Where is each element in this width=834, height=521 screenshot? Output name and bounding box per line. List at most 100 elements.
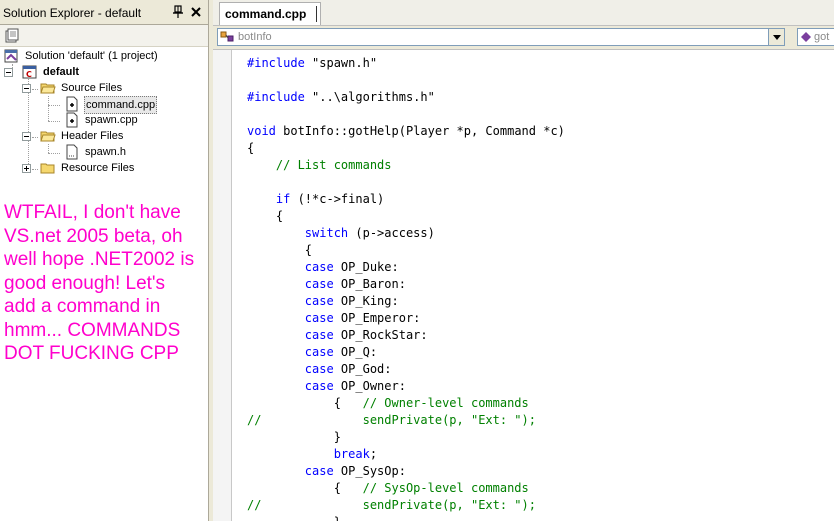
annotation-line: WTFAIL, I don't have bbox=[4, 202, 181, 223]
annotation-line: add a command in bbox=[4, 296, 161, 317]
code-keyword: case bbox=[304, 260, 334, 274]
code-text: (p->access) bbox=[348, 226, 435, 240]
navigation-bar: botInfo got bbox=[213, 26, 834, 50]
folder-closed-icon bbox=[40, 163, 55, 174]
code-line: { bbox=[247, 140, 254, 157]
solution-explorer-toolbar bbox=[0, 25, 208, 47]
code-text: OP_Baron: bbox=[333, 277, 406, 291]
project-icon: C bbox=[22, 65, 37, 79]
code-comment: // sendPrivate(p, "Ext: "); bbox=[247, 498, 536, 512]
folder-open-icon bbox=[40, 83, 56, 94]
annotation-line: good enough! Let's bbox=[4, 272, 166, 294]
code-text: OP_God: bbox=[333, 362, 392, 376]
code-line: case OP_Emperor: bbox=[247, 310, 421, 327]
code-text: (!*c->final) bbox=[290, 192, 385, 206]
tree-connector bbox=[48, 144, 49, 153]
solution-tree: Solution 'default' (1 project) C default… bbox=[0, 48, 208, 218]
code-comment: // List commands bbox=[275, 158, 392, 172]
code-keyword: case bbox=[304, 345, 334, 359]
solution-label: Solution 'default' (1 project) bbox=[25, 50, 158, 62]
header-files-collapse-toggle[interactable] bbox=[22, 132, 31, 141]
code-line: case OP_SysOp: bbox=[247, 463, 406, 480]
code-text: { bbox=[247, 209, 284, 223]
code-keyword: case bbox=[304, 294, 334, 308]
code-text: botInfo::gotHelp(Player *p, Command *c) bbox=[275, 124, 565, 138]
code-text: OP_Owner: bbox=[333, 379, 406, 393]
code-text: "spawn.h" bbox=[304, 56, 378, 70]
code-text: "..\algorithms.h" bbox=[304, 90, 435, 104]
code-text: { bbox=[247, 396, 363, 410]
solution-explorer-titlebar: Solution Explorer - default bbox=[0, 0, 208, 25]
code-text: ; bbox=[369, 447, 378, 461]
code-line: case OP_Owner: bbox=[247, 378, 406, 395]
code-keyword: break bbox=[333, 447, 370, 461]
code-line: case OP_God: bbox=[247, 361, 392, 378]
code-editor[interactable]: #include "spawn.h" #include "..\algorithm… bbox=[232, 50, 834, 521]
code-line: } bbox=[247, 514, 341, 521]
code-line: case OP_RockStar: bbox=[247, 327, 428, 344]
pushpin-icon[interactable] bbox=[172, 5, 184, 19]
code-line: // sendPrivate(p, "Ext: "); bbox=[247, 497, 536, 514]
code-keyword: case bbox=[304, 464, 334, 478]
code-line: } bbox=[247, 429, 341, 446]
code-text: { bbox=[247, 243, 313, 257]
code-line: if (!*c->final) bbox=[247, 191, 384, 208]
method-icon bbox=[801, 32, 811, 42]
resource-files-label: Resource Files bbox=[61, 162, 135, 174]
project-label: default bbox=[43, 66, 80, 78]
code-line: #include "..\algorithms.h" bbox=[247, 89, 435, 106]
project-collapse-toggle[interactable] bbox=[4, 68, 13, 77]
code-line: { bbox=[247, 208, 283, 225]
header-files-label: Header Files bbox=[61, 130, 124, 142]
code-line: #include "spawn.h" bbox=[247, 55, 377, 72]
tree-connector bbox=[32, 169, 38, 170]
code-line: case OP_King: bbox=[247, 293, 399, 310]
code-text: OP_SysOp: bbox=[333, 464, 406, 478]
tree-connector bbox=[48, 153, 60, 154]
tab-command-cpp[interactable]: command.cpp bbox=[219, 2, 321, 25]
editor-tab-bar: command.cpp bbox=[213, 0, 834, 26]
code-comment: // SysOp-level commands bbox=[362, 481, 529, 495]
tree-connector bbox=[48, 96, 49, 121]
code-line: void botInfo::gotHelp(Player *p, Command… bbox=[247, 123, 565, 140]
tree-connector bbox=[48, 105, 60, 106]
chevron-down-icon[interactable] bbox=[768, 29, 784, 45]
code-line: case OP_Duke: bbox=[247, 259, 399, 276]
code-line: // List commands bbox=[247, 157, 392, 174]
solution-explorer-title: Solution Explorer - default bbox=[3, 6, 142, 20]
code-text: { bbox=[247, 141, 255, 155]
code-keyword: void bbox=[247, 124, 276, 138]
source-files-label: Source Files bbox=[61, 82, 123, 94]
class-dropdown-value: botInfo bbox=[238, 31, 272, 43]
class-dropdown[interactable]: botInfo bbox=[217, 28, 785, 46]
annotation-text: WTFAIL, I don't have VS.net 2005 beta, o… bbox=[4, 201, 204, 366]
tab-label: command.cpp bbox=[225, 7, 307, 21]
code-line: break; bbox=[247, 446, 377, 463]
close-icon[interactable] bbox=[190, 5, 202, 19]
code-text: } bbox=[247, 430, 341, 444]
code-text: OP_Q: bbox=[333, 345, 378, 359]
svg-text:C: C bbox=[26, 70, 32, 79]
properties-icon[interactable] bbox=[4, 28, 20, 44]
resource-files-expand-toggle[interactable] bbox=[22, 164, 31, 173]
source-files-collapse-toggle[interactable] bbox=[22, 84, 31, 93]
code-line: switch (p->access) bbox=[247, 225, 435, 242]
member-dropdown[interactable]: got bbox=[797, 28, 834, 46]
code-text: { bbox=[247, 481, 363, 495]
code-text: OP_Emperor: bbox=[333, 311, 421, 325]
class-icon bbox=[220, 31, 234, 42]
code-keyword: case bbox=[304, 379, 334, 393]
spawn-h-label: spawn.h bbox=[85, 146, 126, 158]
code-line: { // Owner-level commands bbox=[247, 395, 529, 412]
tree-connector bbox=[32, 89, 38, 90]
code-comment: // Owner-level commands bbox=[362, 396, 529, 410]
